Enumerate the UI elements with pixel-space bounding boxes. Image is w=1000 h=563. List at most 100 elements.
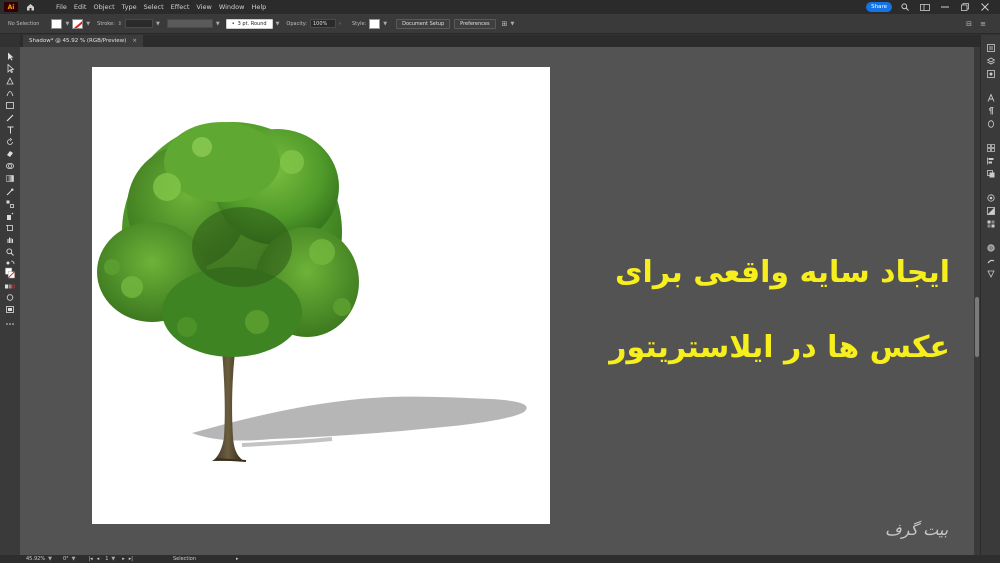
shape-builder-tool-icon[interactable]	[5, 161, 15, 170]
status-bar: 45.92% ▼ 0° ▼ |◂ ◂ 1 ▼ ▸ ▸| Selection ▸	[0, 555, 1000, 563]
paragraph-panel-icon[interactable]	[986, 106, 996, 115]
last-artboard-icon[interactable]: ▸|	[129, 556, 133, 562]
menu-edit[interactable]: Edit	[74, 3, 87, 11]
chevron-right-icon[interactable]: ›	[339, 21, 341, 27]
selection-tool-icon[interactable]	[5, 52, 15, 61]
variable-width-profile[interactable]	[166, 19, 213, 28]
zoom-level[interactable]: 45.92%	[26, 556, 45, 562]
opacity-field[interactable]: 100%	[309, 19, 336, 28]
minimize-icon[interactable]	[940, 3, 950, 11]
chevron-down-icon[interactable]: ▼	[276, 21, 280, 27]
chevron-down-icon[interactable]: ▼	[65, 21, 69, 27]
gradient-tool-icon[interactable]	[5, 174, 15, 183]
brushes-panel-icon[interactable]	[986, 256, 996, 265]
scrollbar-thumb[interactable]	[975, 297, 979, 357]
menu-object[interactable]: Object	[93, 3, 114, 11]
rotation-value[interactable]: 0°	[63, 556, 69, 562]
tree-image[interactable]	[92, 67, 550, 524]
menu-effect[interactable]: Effect	[171, 3, 190, 11]
chevron-down-icon[interactable]: ▼	[510, 21, 514, 27]
artboard-tool-icon[interactable]	[5, 223, 15, 232]
chevron-down-icon[interactable]: ▼	[156, 21, 160, 27]
drawing-mode-icon[interactable]	[5, 293, 15, 302]
more-tools-icon[interactable]	[5, 319, 15, 328]
properties-panel-icon[interactable]	[986, 43, 996, 52]
canvas[interactable]	[20, 47, 980, 555]
character-panel-icon[interactable]	[986, 93, 996, 102]
restore-icon[interactable]	[960, 3, 970, 11]
graphic-styles-panel-icon[interactable]	[986, 206, 996, 215]
stroke-swatch[interactable]	[72, 18, 84, 29]
libraries-panel-icon[interactable]	[986, 69, 996, 78]
fill-swatch[interactable]	[51, 18, 63, 29]
control-bar: No Selection ▼ ▼ Stroke: ⇕ ▼ ▼ • 3 pt. R…	[0, 14, 1000, 34]
eyedropper-tool-icon[interactable]	[5, 187, 15, 196]
next-artboard-icon[interactable]: ▸	[122, 556, 125, 562]
brush-definition[interactable]: • 3 pt. Round	[225, 18, 273, 29]
symbols-panel-icon[interactable]	[986, 269, 996, 278]
chevron-down-icon[interactable]: ▼	[86, 21, 90, 27]
artboard-number[interactable]: 1	[105, 556, 108, 562]
stroke-label: Stroke:	[97, 20, 115, 27]
menu-help[interactable]: Help	[251, 3, 266, 11]
arrange-icon[interactable]: ⊞	[502, 20, 508, 28]
close-icon[interactable]: ×	[132, 38, 137, 44]
swatches-panel-icon[interactable]	[986, 219, 996, 228]
curvature-tool-icon[interactable]	[5, 88, 15, 97]
align-icon[interactable]: ⊟	[966, 20, 972, 28]
chevron-down-icon[interactable]: ▼	[72, 556, 76, 562]
layers-panel-icon[interactable]	[986, 56, 996, 65]
chevron-down-icon[interactable]: ▼	[383, 21, 387, 27]
tools-panel	[0, 47, 20, 555]
headline-line-1: ایجاد سایه واقعی برای	[615, 255, 950, 290]
chevron-down-icon[interactable]: ▼	[111, 556, 115, 562]
menu-file[interactable]: File	[56, 3, 67, 11]
transform-panel-icon[interactable]	[986, 143, 996, 152]
symbol-sprayer-tool-icon[interactable]	[5, 211, 15, 220]
first-artboard-icon[interactable]: |◂	[88, 556, 92, 562]
appearance-panel-icon[interactable]	[986, 193, 996, 202]
graphic-style-swatch[interactable]	[369, 18, 381, 29]
tree-canopy	[97, 122, 359, 357]
panel-menu-icon[interactable]: ≡	[980, 20, 986, 28]
chevron-down-icon[interactable]: ▼	[216, 21, 220, 27]
eraser-tool-icon[interactable]	[5, 149, 15, 158]
opentype-panel-icon[interactable]	[986, 119, 996, 128]
pathfinder-panel-icon[interactable]	[986, 169, 996, 178]
align-panel-icon[interactable]	[986, 156, 996, 165]
document-setup-button[interactable]: Document Setup	[396, 18, 451, 29]
hand-tool-icon[interactable]	[5, 235, 15, 244]
rotate-tool-icon[interactable]	[5, 137, 15, 146]
color-mode-icon[interactable]	[5, 282, 15, 291]
close-icon[interactable]	[980, 3, 990, 11]
previous-artboard-icon[interactable]: ◂	[97, 556, 100, 562]
stepper-icon[interactable]: ⇕	[118, 21, 122, 27]
share-button[interactable]: Share	[866, 2, 892, 12]
paintbrush-tool-icon[interactable]	[5, 113, 15, 122]
direct-selection-tool-icon[interactable]	[5, 64, 15, 73]
document-tab[interactable]: Shadow* @ 45.92 % (RGB/Preview) ×	[23, 35, 143, 47]
fill-stroke-icon[interactable]	[5, 266, 15, 280]
home-icon[interactable]	[24, 2, 36, 12]
type-tool-icon[interactable]	[5, 125, 15, 134]
artboard[interactable]	[92, 67, 550, 524]
rectangle-tool-icon[interactable]	[5, 101, 15, 110]
menu-select[interactable]: Select	[144, 3, 164, 11]
color-panel-icon[interactable]	[986, 243, 996, 252]
panel-dock	[980, 35, 1000, 555]
menu-view[interactable]: View	[196, 3, 211, 11]
chevron-down-icon[interactable]: ▼	[48, 556, 52, 562]
pen-tool-icon[interactable]	[5, 76, 15, 85]
menu-window[interactable]: Window	[219, 3, 245, 11]
menu-type[interactable]: Type	[122, 3, 137, 11]
stroke-weight-field[interactable]	[124, 19, 153, 28]
selection-status: No Selection	[8, 20, 40, 27]
blend-tool-icon[interactable]	[5, 199, 15, 208]
search-icon[interactable]	[900, 3, 910, 11]
brush-dot-icon: •	[231, 20, 235, 27]
workspace-icon[interactable]	[920, 3, 930, 11]
preferences-button[interactable]: Preferences	[454, 18, 496, 29]
zoom-tool-icon[interactable]	[5, 247, 15, 256]
screen-mode-icon[interactable]	[5, 305, 15, 314]
status-menu-icon[interactable]: ▸	[236, 556, 239, 562]
